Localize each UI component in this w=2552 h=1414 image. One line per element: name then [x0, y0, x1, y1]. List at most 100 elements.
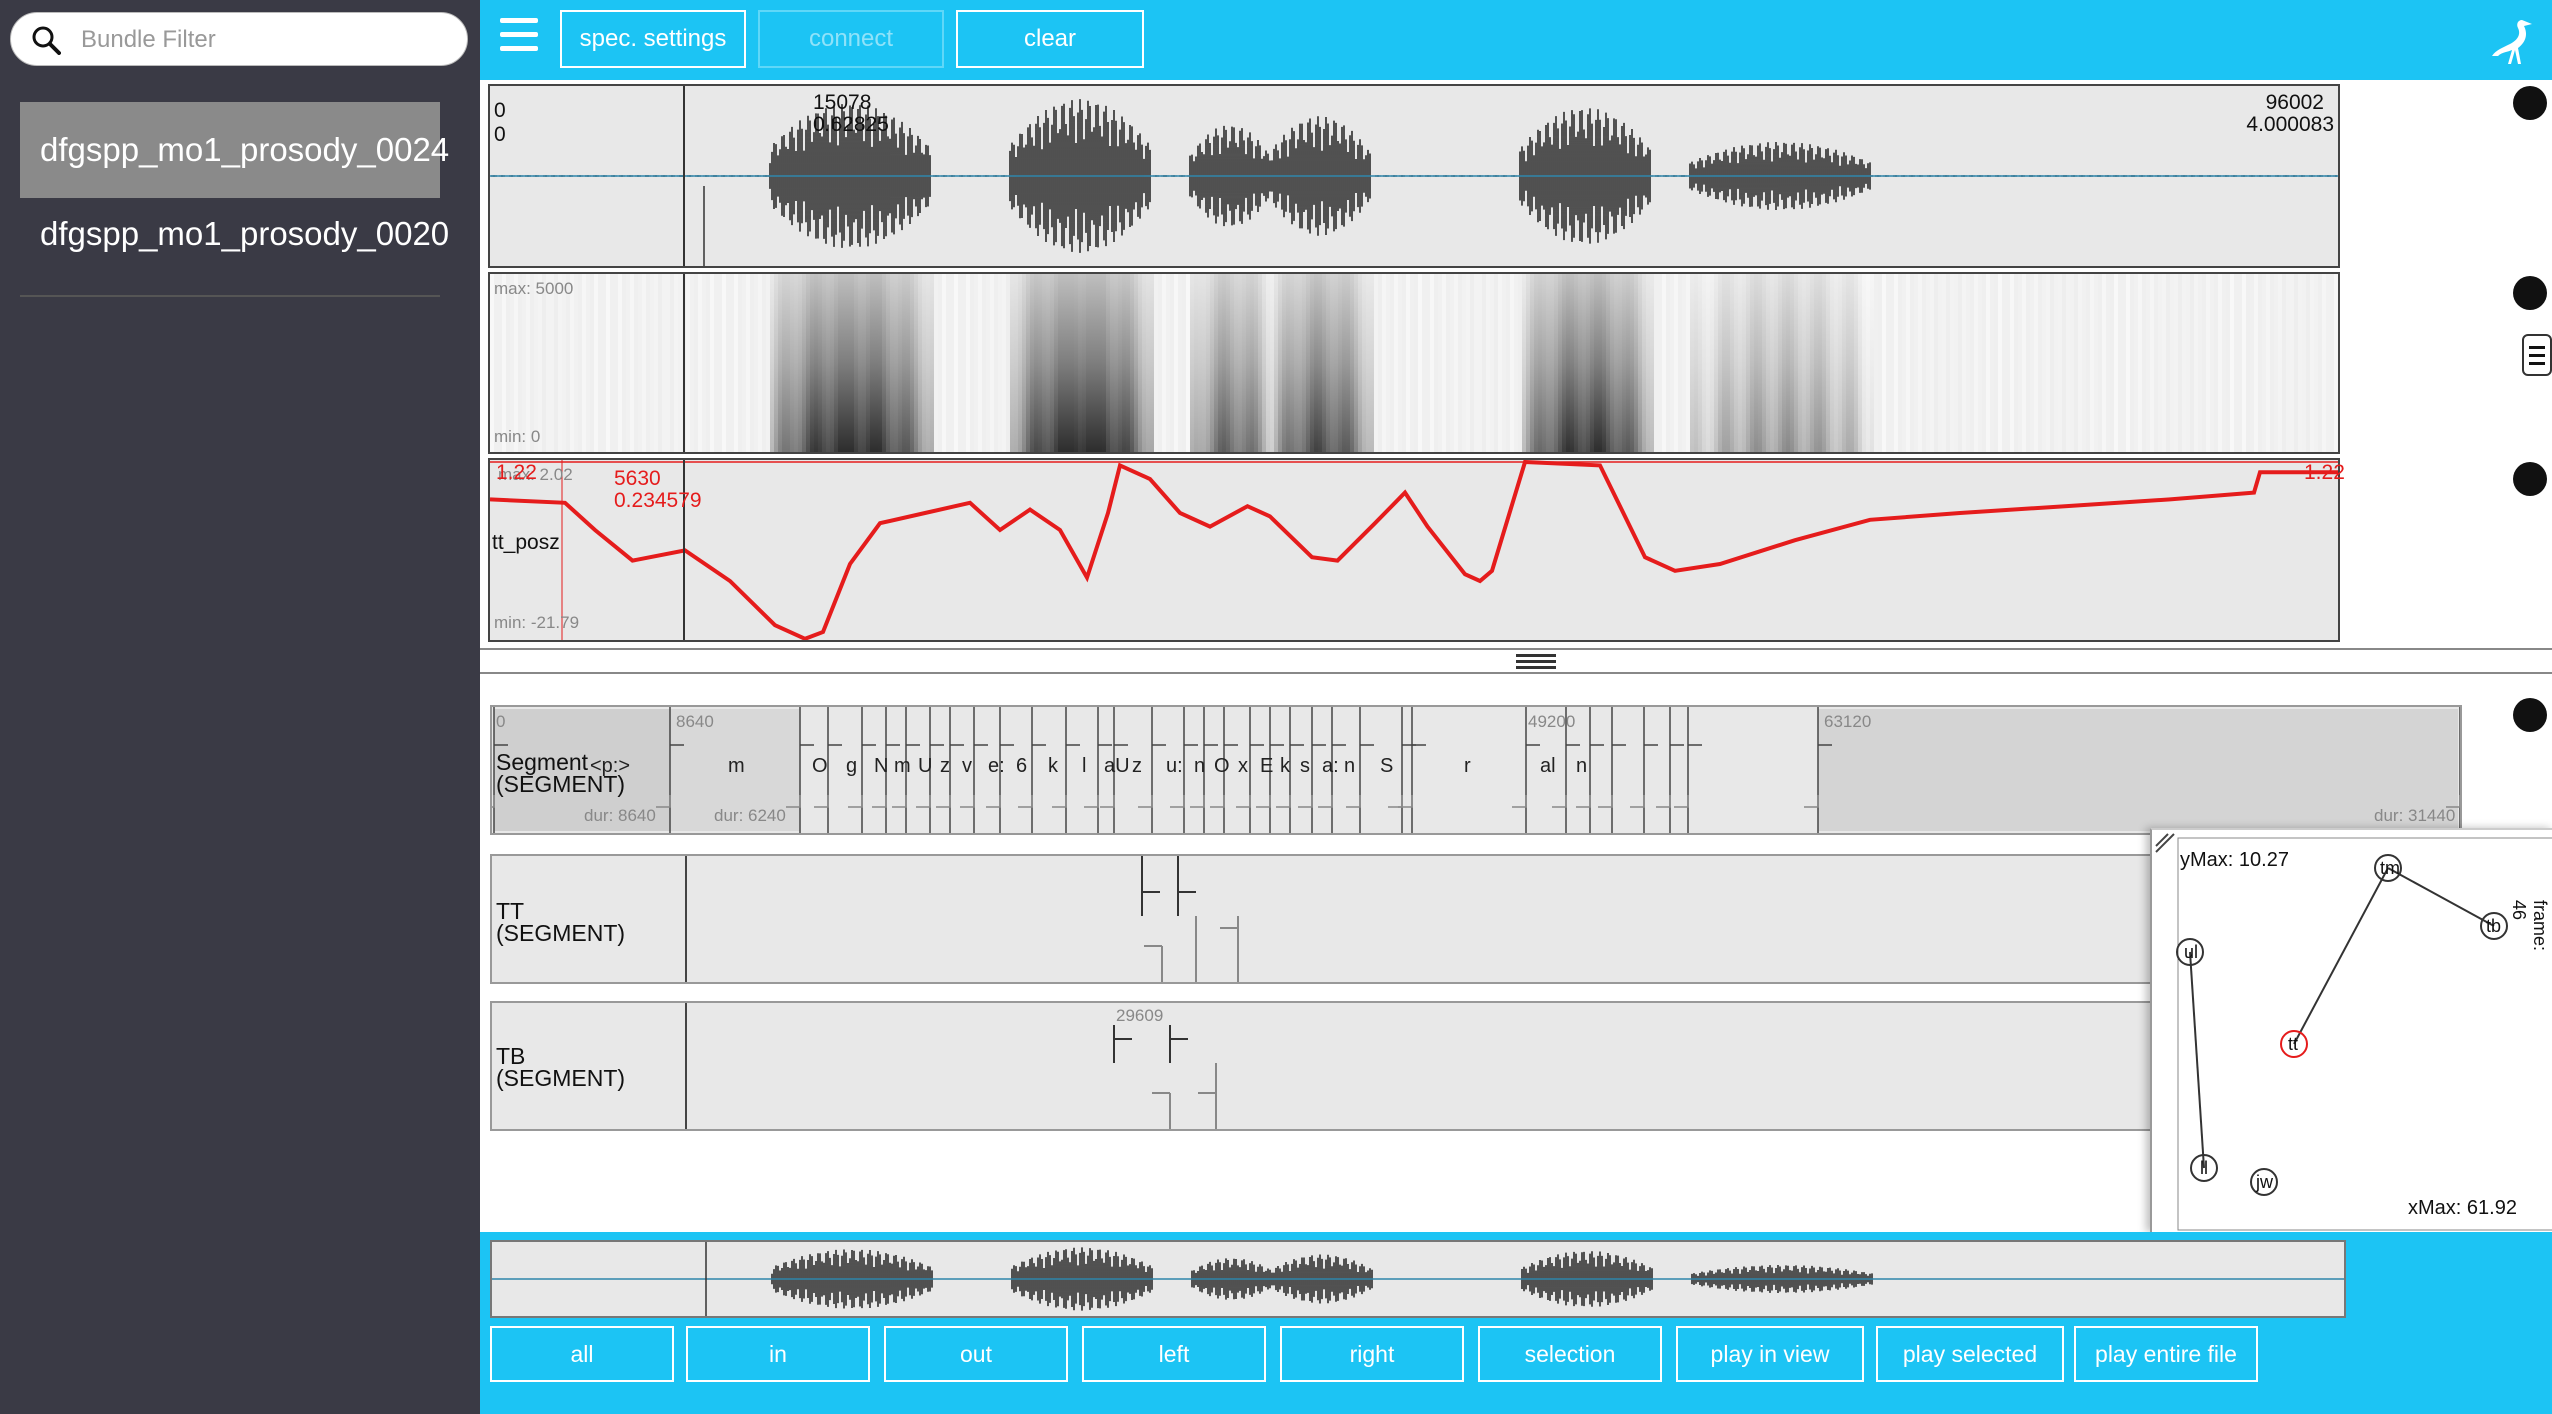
- segment-dur-end: dur: 31440: [2374, 806, 2456, 825]
- segment-label-15[interactable]: u:: [1166, 755, 1183, 778]
- segment-start: 0: [496, 712, 506, 731]
- ema-track-name: tt_posz: [492, 531, 560, 554]
- segment-mark-63120: 63120: [1824, 712, 1872, 731]
- ema2d-point-jw: jw: [2256, 1172, 2273, 1192]
- overview-waveform-plot: [492, 1242, 2344, 1316]
- segment-label-10[interactable]: 6: [1016, 755, 1027, 778]
- ema2d-point-tb: tb: [2486, 916, 2502, 936]
- segment-label-3[interactable]: g: [846, 755, 857, 778]
- sidebar-divider: [20, 295, 440, 297]
- filter-bar: Bundle Filter: [0, 0, 480, 80]
- segment-label-6[interactable]: U: [918, 755, 932, 778]
- resize-segment-icon[interactable]: [2513, 698, 2547, 732]
- tb-tier-type: (SEGMENT): [496, 1065, 626, 1091]
- segment-label-1[interactable]: m: [728, 755, 745, 778]
- segment-label-21[interactable]: s: [1300, 755, 1310, 778]
- out-button[interactable]: out: [884, 1326, 1068, 1382]
- ema-2d-view[interactable]: yMax: 10.27 xMax: 61.92 frame: 46 tm tb …: [2150, 828, 2552, 1232]
- spectrogram-plot: [490, 274, 2338, 452]
- segment-label-0[interactable]: <p:>: [590, 755, 630, 778]
- ema-2d-plot: [2155, 833, 2552, 1231]
- waveform-plot: [490, 86, 2338, 266]
- spectrogram-panel[interactable]: max: 5000 min: 0: [488, 272, 2340, 454]
- in-button[interactable]: in: [686, 1326, 870, 1382]
- wave-top-value: 0: [494, 99, 506, 122]
- play-in-view-button[interactable]: play in view: [1676, 1326, 1864, 1382]
- selection-button[interactable]: selection: [1478, 1326, 1662, 1382]
- search-icon: [32, 26, 61, 55]
- segment-dur-1: dur: 8640: [584, 806, 656, 825]
- segment-label-26[interactable]: al: [1540, 755, 1556, 778]
- ema-cursor-sample: 5630: [614, 467, 661, 490]
- segment-label-2[interactable]: O: [812, 755, 828, 778]
- segment-label-27[interactable]: n: [1576, 755, 1587, 778]
- left-button[interactable]: left: [1082, 1326, 1266, 1382]
- bundle-filter-input[interactable]: Bundle Filter: [10, 12, 468, 66]
- panel-resize-handle[interactable]: [480, 648, 2552, 674]
- segment-label-24[interactable]: S: [1380, 755, 1393, 778]
- selection-start-time: 0.62825: [813, 113, 889, 136]
- segment-label-17[interactable]: O: [1214, 755, 1230, 778]
- connect-button[interactable]: connect: [758, 10, 944, 68]
- end-time: 4.000083: [2246, 113, 2334, 136]
- all-button[interactable]: all: [490, 1326, 674, 1382]
- segment-label-18[interactable]: x: [1238, 755, 1248, 778]
- segment-label-7[interactable]: z: [940, 755, 950, 778]
- ema-trajectory-plot: [490, 460, 2338, 640]
- segment-mark-8640: 8640: [676, 712, 714, 731]
- selection-start-sample: 15078: [813, 91, 872, 114]
- play-entire-file-button[interactable]: play entire file: [2074, 1326, 2258, 1382]
- bundle-item-0024[interactable]: dfgspp_mo1_prosody_0024: [20, 102, 449, 198]
- segment-label-4[interactable]: N: [874, 755, 888, 778]
- ema2d-frame: frame: 46: [2509, 900, 2550, 952]
- segment-boundaries: [492, 707, 2460, 833]
- segment-label-20[interactable]: k: [1280, 755, 1290, 778]
- segment-label-13[interactable]: aU: [1104, 755, 1130, 778]
- resize-spec-icon[interactable]: [2513, 276, 2547, 310]
- ema-track-panel[interactable]: max: 2.02 1.22 5630 0.234579 tt_posz min…: [488, 458, 2345, 642]
- ema2d-xmax: xMax: 61.92: [2408, 1197, 2517, 1219]
- resize-ema-icon[interactable]: [2513, 462, 2547, 496]
- spec-settings-button[interactable]: spec. settings: [560, 10, 746, 68]
- tt-tier-type: (SEGMENT): [496, 920, 626, 946]
- segment-tier[interactable]: 0 8640 49200 63120 Segment (SEGMENT) dur…: [490, 705, 2462, 835]
- tb-mark: 29609: [1116, 1006, 1164, 1025]
- oscillogram-panel[interactable]: 0 0 15078 0.62825 96002 4.000083: [488, 84, 2340, 268]
- segment-label-23[interactable]: n: [1344, 755, 1355, 778]
- right-button[interactable]: right: [1280, 1326, 1464, 1382]
- ema2d-ymax: yMax: 10.27: [2180, 849, 2289, 871]
- segment-label-12[interactable]: l: [1082, 755, 1086, 778]
- clear-button[interactable]: clear: [956, 10, 1144, 68]
- menu-icon[interactable]: [500, 18, 538, 58]
- segment-label-22[interactable]: a:: [1322, 755, 1339, 778]
- spec-max-label: max: 5000: [494, 279, 574, 298]
- ema2d-point-ll: ll: [2200, 1158, 2208, 1178]
- overview-waveform[interactable]: [490, 1240, 2346, 1318]
- ema-cursor-time: 0.234579: [614, 489, 702, 512]
- emu-logo-icon: [2492, 20, 2532, 64]
- ema2d-point-ul: ul: [2184, 942, 2199, 962]
- ema2d-point-tt: tt: [2288, 1034, 2299, 1054]
- segment-label-19[interactable]: E: [1260, 755, 1273, 778]
- segment-label-5[interactable]: m: [894, 755, 911, 778]
- segment-label-9[interactable]: e:: [988, 755, 1005, 778]
- ema-left-value: 1.22: [496, 461, 537, 484]
- segment-label-8[interactable]: v: [962, 755, 972, 778]
- wave-bottom-value: 0: [494, 123, 506, 146]
- segment-dur-2: dur: 6240: [714, 806, 786, 825]
- segment-label-11[interactable]: k: [1048, 755, 1058, 778]
- resize-wave-icon[interactable]: [2513, 86, 2547, 120]
- play-selected-button[interactable]: play selected: [1876, 1326, 2064, 1382]
- side-menu-tab[interactable]: [2522, 334, 2552, 376]
- segment-mark-49200: 49200: [1528, 712, 1576, 731]
- ema-min-label: min: -21.79: [494, 613, 580, 632]
- bundle-filter-placeholder: Bundle Filter: [81, 26, 216, 53]
- bundle-item-0020[interactable]: dfgspp_mo1_prosody_0020: [20, 186, 449, 282]
- end-sample: 96002: [2265, 91, 2324, 114]
- segment-label-16[interactable]: n: [1194, 755, 1205, 778]
- segment-label-25[interactable]: r: [1464, 755, 1471, 778]
- ema-right-value: 1.22: [2304, 461, 2345, 484]
- segment-label-14[interactable]: z: [1132, 755, 1142, 778]
- spec-min-label: min: 0: [494, 427, 541, 446]
- ema2d-point-tm: tm: [2380, 858, 2400, 878]
